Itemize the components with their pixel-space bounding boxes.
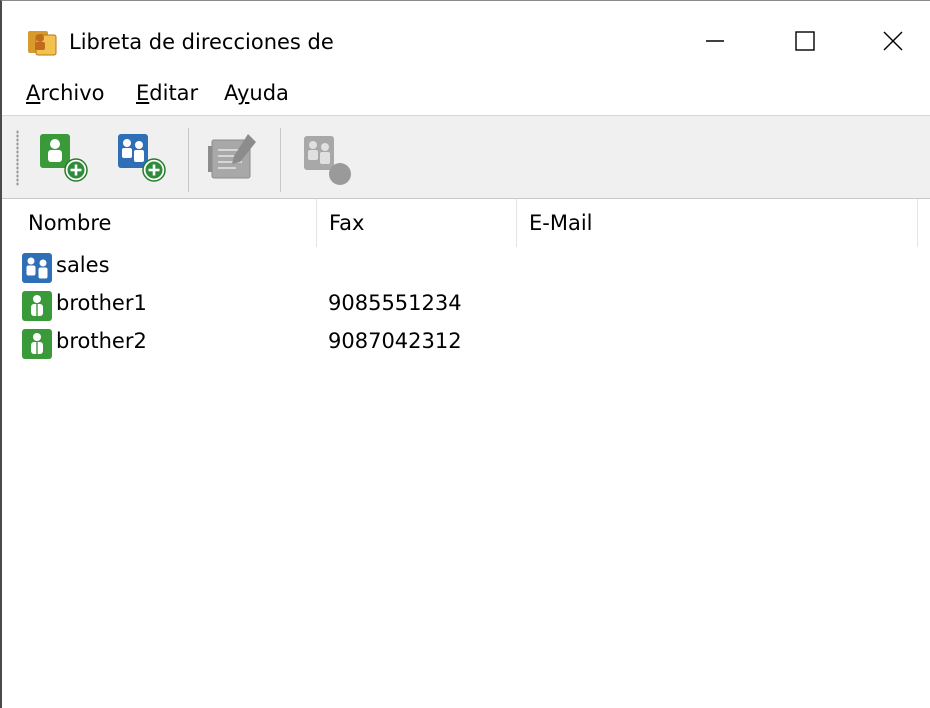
column-header-email[interactable]: E-Mail [516, 199, 918, 247]
toolbar-grip[interactable] [16, 130, 19, 186]
close-icon [883, 31, 903, 55]
menu-ayuda-accel: y [236, 81, 250, 105]
menu-editar[interactable]: Editar [136, 81, 198, 105]
menu-ayuda-prefix: A [224, 81, 237, 105]
address-book-window: Libreta de direcciones de Archivo Editar… [0, 0, 930, 708]
add-contact-button[interactable] [32, 128, 96, 190]
address-book-app-icon [26, 29, 58, 57]
toolbar-separator [280, 128, 281, 192]
toolbar [2, 115, 930, 199]
contact-fax: 9085551234 [328, 291, 462, 315]
add-group-icon [110, 134, 174, 194]
contact-icon [22, 291, 52, 321]
delete-button[interactable] [294, 128, 358, 190]
list-item[interactable]: sales [2, 249, 930, 287]
menu-archivo[interactable]: Archivo [26, 81, 105, 105]
title-bar[interactable]: Libreta de direcciones de [2, 1, 930, 75]
contact-name: sales [56, 253, 110, 277]
menu-editar-label: ditar [149, 81, 199, 105]
edit-button[interactable] [202, 128, 266, 190]
maximize-button[interactable] [760, 15, 850, 71]
delete-icon [294, 136, 358, 194]
minimize-icon [705, 31, 725, 55]
menu-ayuda-label: uda [249, 81, 289, 105]
close-button[interactable] [848, 15, 930, 71]
edit-icon [202, 134, 266, 194]
contact-name: brother1 [56, 291, 147, 315]
menu-ayuda[interactable]: Ayuda [224, 81, 289, 105]
menu-editar-accel: E [136, 81, 150, 105]
window-title: Libreta de direcciones de [69, 30, 334, 54]
contact-icon [22, 329, 52, 359]
minimize-button[interactable] [670, 15, 760, 71]
menu-bar: Archivo Editar Ayuda [2, 75, 930, 115]
contact-fax: 9087042312 [328, 329, 462, 353]
toolbar-separator [188, 128, 189, 192]
contact-name: brother2 [56, 329, 147, 353]
add-contact-icon [32, 134, 96, 194]
list-item[interactable]: brother2 9087042312 [2, 325, 930, 363]
menu-archivo-label: rchivo [40, 81, 105, 105]
group-icon [22, 253, 52, 283]
column-header-fax[interactable]: Fax [316, 199, 516, 247]
list-item[interactable]: brother1 9085551234 [2, 287, 930, 325]
menu-archivo-accel: A [26, 81, 41, 105]
maximize-icon [795, 31, 815, 55]
contact-list[interactable]: Nombre Fax E-Mail sales brother1 9085551… [2, 199, 930, 708]
column-header-name[interactable]: Nombre [2, 199, 316, 247]
add-group-button[interactable] [110, 128, 174, 190]
